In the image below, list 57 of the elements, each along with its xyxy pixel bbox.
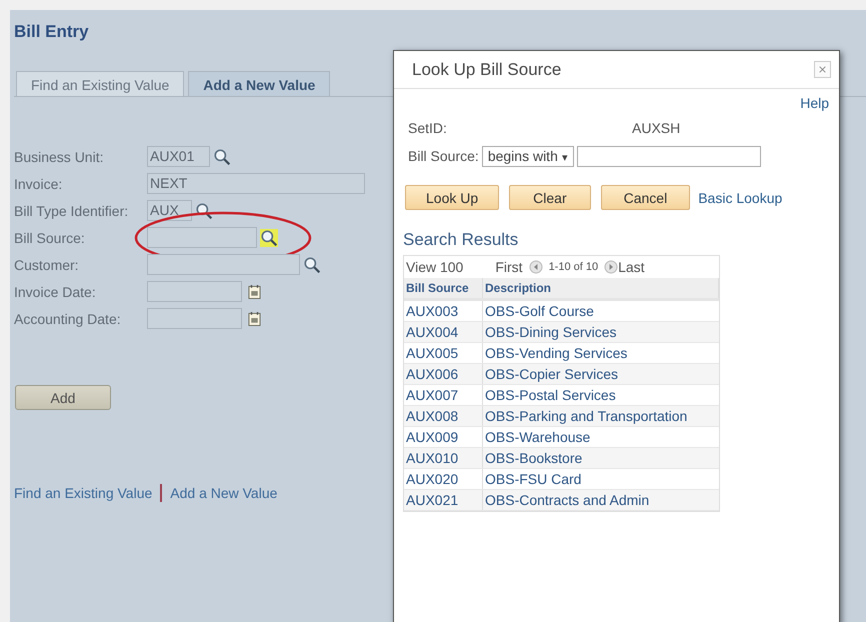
add-button[interactable]: Add <box>15 385 111 410</box>
close-button[interactable] <box>814 61 831 78</box>
input-field[interactable] <box>147 227 257 248</box>
input-field[interactable] <box>147 281 242 302</box>
previous-icon[interactable] <box>528 260 543 274</box>
field-label: Customer: <box>14 256 80 272</box>
table-cell[interactable]: OBS-Parking and Transportation <box>482 406 718 426</box>
table-cell[interactable]: AUX021 <box>404 490 482 510</box>
link[interactable]: Find an Existing Value <box>14 485 152 501</box>
last-link[interactable]: Last <box>618 259 645 275</box>
input-field[interactable] <box>147 308 242 329</box>
field-label: Invoice Date: <box>14 284 97 300</box>
column-header: Description <box>482 278 718 300</box>
view-link[interactable]: View 100 <box>406 259 464 275</box>
table-cell[interactable]: OBS-Copier Services <box>482 364 718 384</box>
field-label: Accounting Date: <box>14 310 122 326</box>
field-label: Business Unit: <box>14 148 104 164</box>
input-field[interactable] <box>576 146 761 166</box>
link[interactable]: Add a New Value <box>170 485 278 501</box>
dialog-button[interactable]: Clear <box>509 185 591 210</box>
search-icon[interactable] <box>260 228 278 246</box>
table-cell[interactable]: AUX010 <box>404 448 482 468</box>
dialog-button[interactable]: Cancel <box>600 185 690 210</box>
section-title: Search Results <box>403 230 520 250</box>
setid-label: SetID: <box>407 120 448 136</box>
column-header: Bill Source <box>404 278 482 300</box>
table-cell[interactable]: AUX006 <box>404 364 482 384</box>
input-field[interactable]: AUX01 <box>147 146 210 167</box>
table-cell[interactable]: OBS-Dining Services <box>482 322 718 342</box>
page-title: Bill Entry <box>14 22 90 42</box>
table-cell[interactable]: AUX004 <box>404 322 482 342</box>
table-cell[interactable]: AUX008 <box>404 406 482 426</box>
bill-source-label: Bill Source: <box>407 148 479 164</box>
first-link[interactable]: First <box>495 259 523 275</box>
search-icon[interactable] <box>195 202 213 220</box>
close-icon[interactable] <box>819 66 826 73</box>
field-label: Invoice: <box>14 176 64 192</box>
search-icon[interactable] <box>303 256 321 274</box>
field-label: Bill Source: <box>14 230 86 246</box>
input-field[interactable]: AUX <box>147 200 192 221</box>
search-icon[interactable] <box>213 148 231 166</box>
dialog-button[interactable]: Look Up <box>405 185 500 210</box>
input-field[interactable] <box>147 254 300 275</box>
setid-value: AUXSH <box>632 120 680 136</box>
tab[interactable]: Add a New Value <box>188 71 330 97</box>
dialog-title: Look Up Bill Source <box>412 60 562 80</box>
operator-dropdown[interactable]: begins with ▾ <box>482 146 574 166</box>
page-range: 1-10 of 10 <box>548 261 598 273</box>
table-cell[interactable]: OBS-Contracts and Admin <box>482 490 718 510</box>
calendar-icon[interactable] <box>248 310 261 326</box>
calendar-icon[interactable] <box>248 284 261 300</box>
table-cell[interactable]: OBS-Bookstore <box>482 448 718 468</box>
next-icon[interactable] <box>604 260 618 274</box>
field-label: Bill Type Identifier: <box>14 202 130 218</box>
help-link[interactable]: Help <box>800 95 829 111</box>
input-field[interactable]: NEXT <box>147 173 365 194</box>
basic-lookup-link[interactable]: Basic Lookup <box>698 190 782 206</box>
